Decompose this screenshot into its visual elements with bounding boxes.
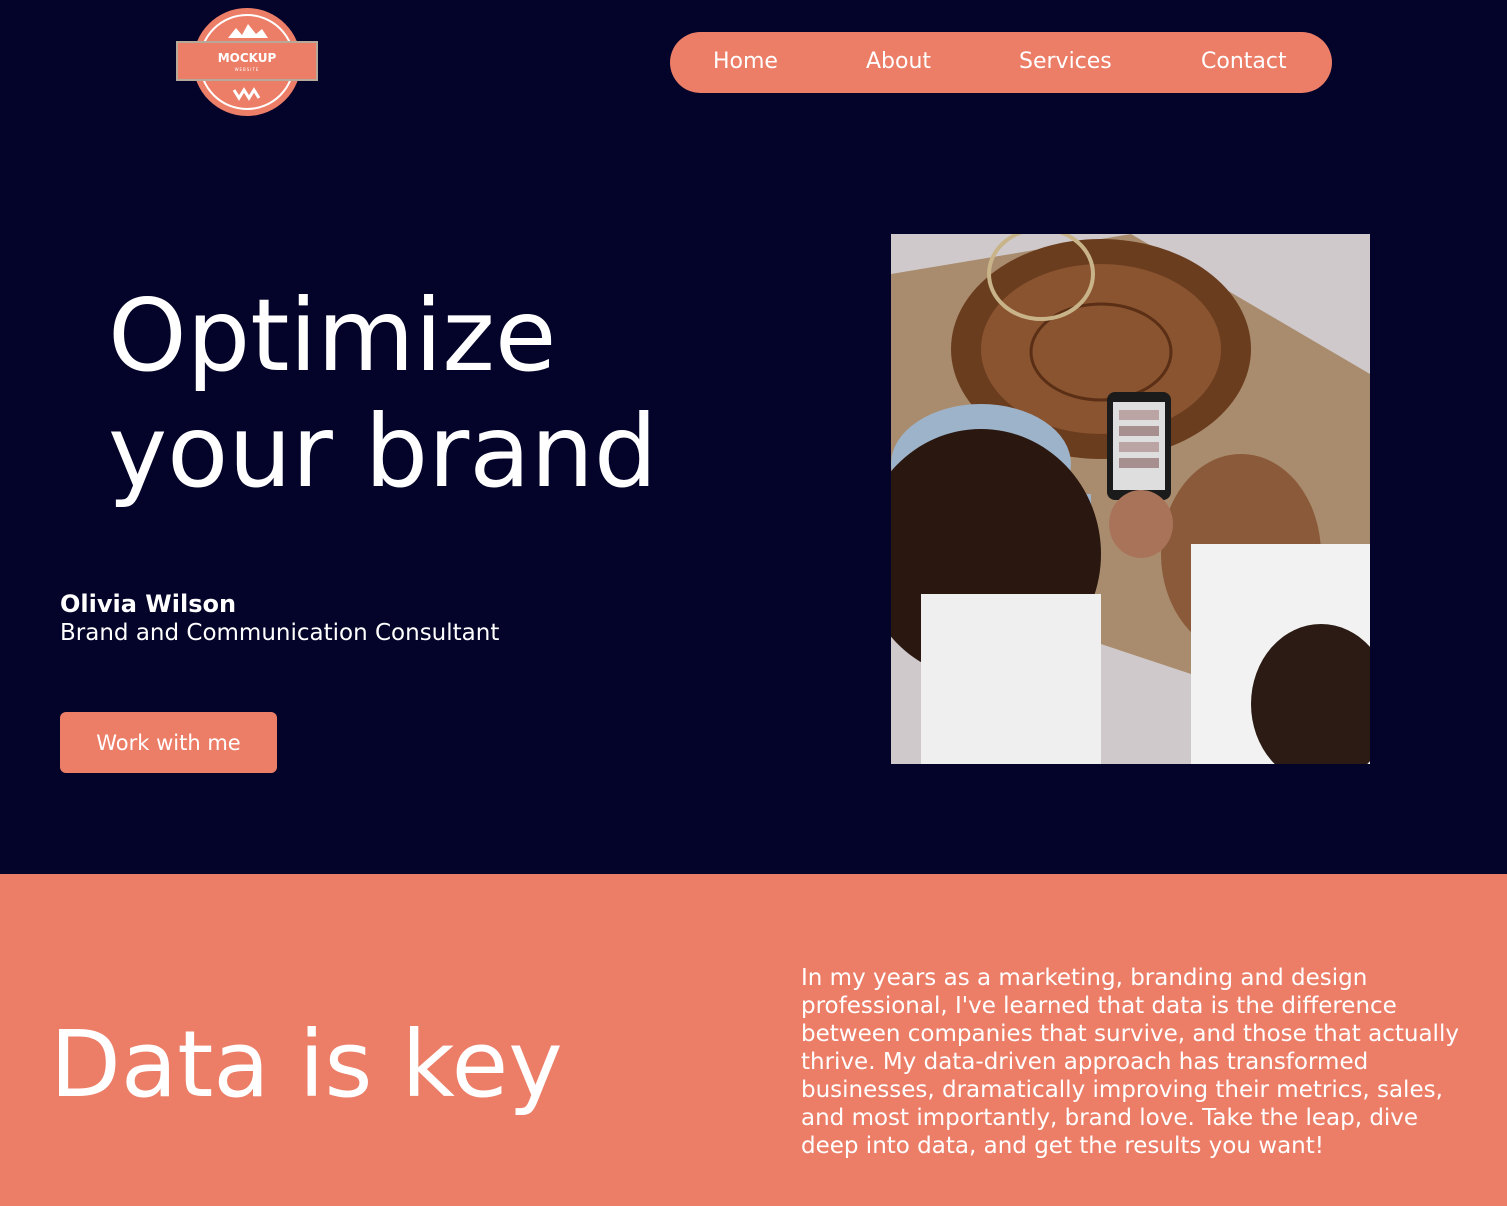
hero-title-line-1: Optimize	[108, 277, 557, 394]
nav-item-services[interactable]: Services	[1019, 48, 1112, 76]
main-navigation: Home About Services Contact	[670, 32, 1332, 93]
photo-people-with-phone-icon	[891, 234, 1370, 764]
nav-item-home[interactable]: Home	[713, 48, 778, 76]
data-section-title: Data is key	[50, 1011, 563, 1118]
work-with-me-button[interactable]: Work with me	[60, 712, 277, 773]
data-section-body: In my years as a marketing, branding and…	[801, 965, 1459, 1159]
logo-subtext: WEBSITE	[234, 67, 260, 72]
hero-photo	[891, 234, 1370, 764]
nav-item-about[interactable]: About	[866, 48, 931, 76]
site-logo[interactable]: MOCKUP WEBSITE	[176, 6, 318, 120]
logo-text: MOCKUP	[217, 51, 277, 65]
nav-item-contact[interactable]: Contact	[1201, 48, 1287, 76]
consultant-name: Olivia Wilson	[60, 590, 237, 618]
consultant-role: Brand and Communication Consultant	[60, 620, 500, 646]
hero-title-line-2: your brand	[108, 393, 658, 510]
hero-title: Optimize your brand	[108, 278, 808, 510]
